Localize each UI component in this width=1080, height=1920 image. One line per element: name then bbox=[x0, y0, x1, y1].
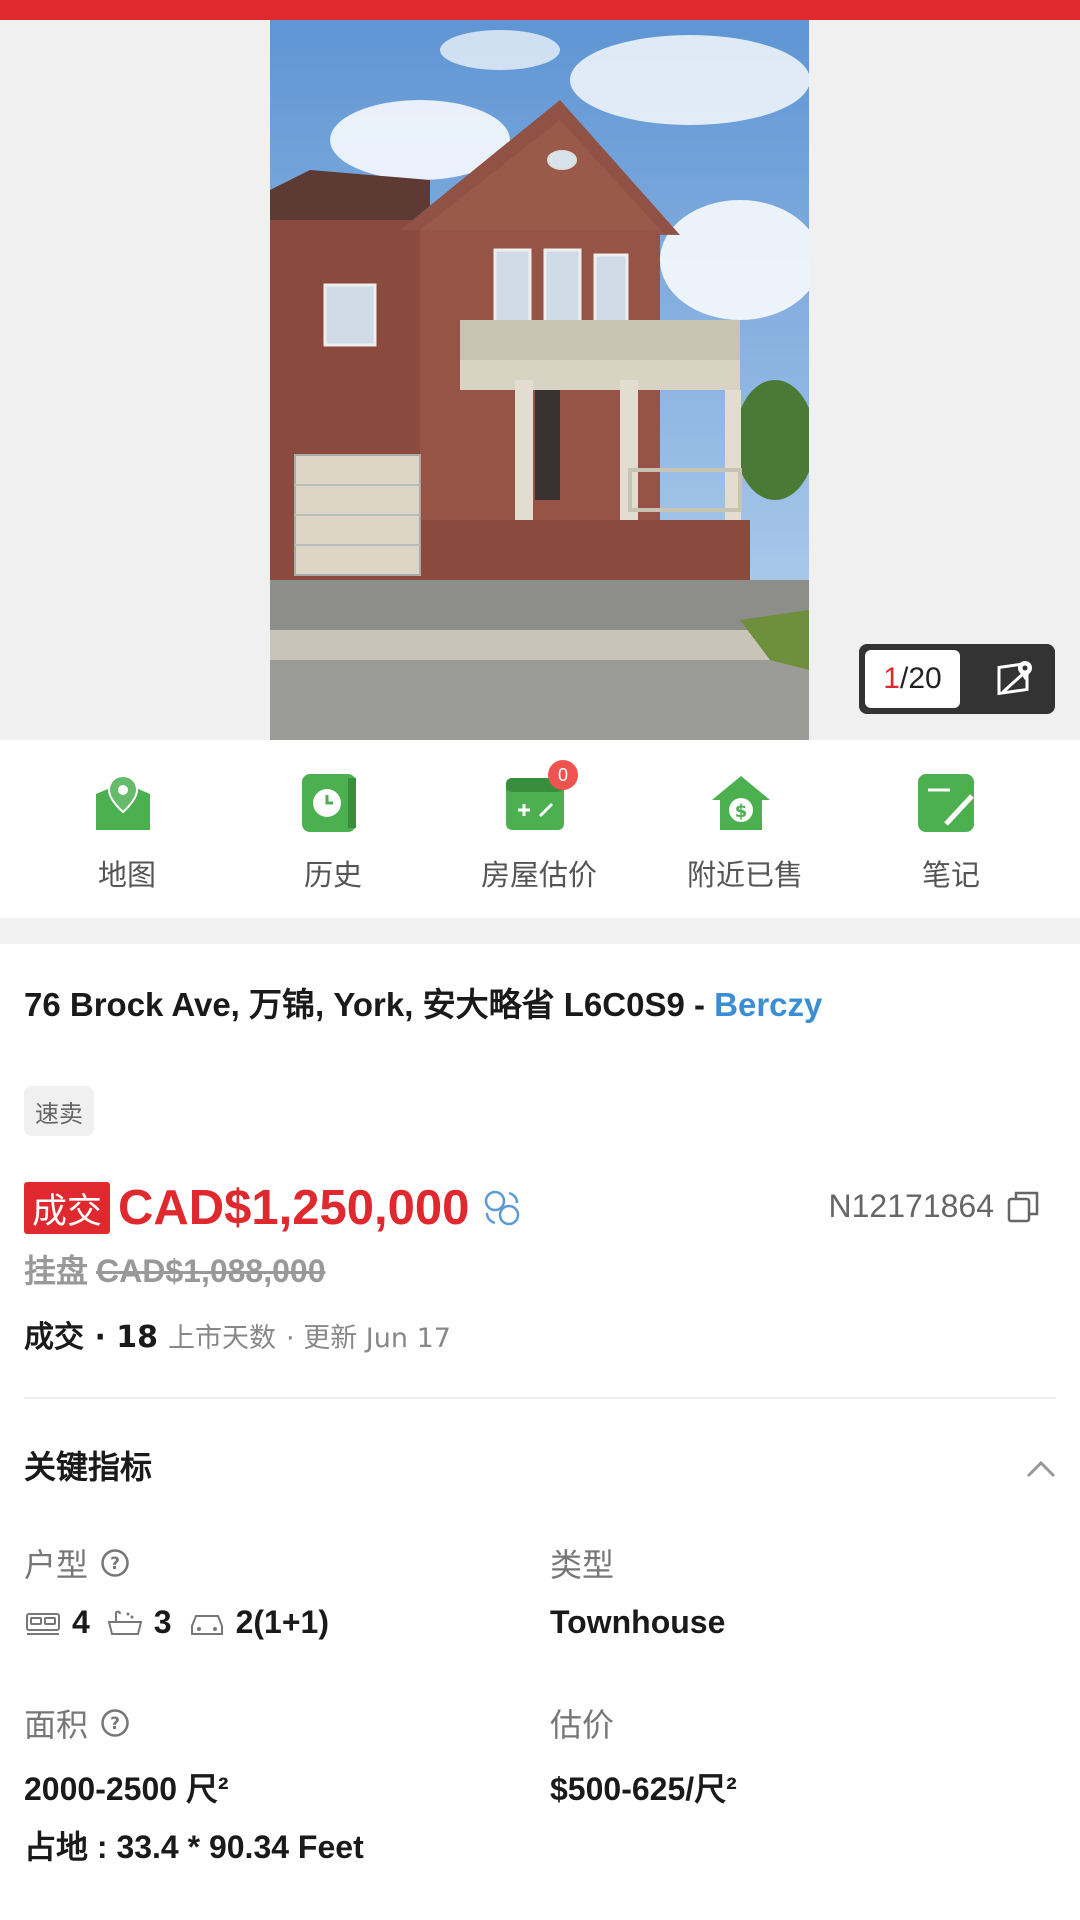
lot-size: 占地 : 33.4 * 90.34 Feet bbox=[24, 1829, 364, 1865]
map-view-icon[interactable] bbox=[995, 658, 1037, 700]
estimate-badge: 0 bbox=[548, 760, 578, 790]
bath-icon bbox=[107, 1610, 143, 1635]
list-price-row: 挂盘 CAD$1,088,000 bbox=[24, 1246, 326, 1292]
photo-index: 1/20 bbox=[865, 650, 960, 708]
status-state: 成交 · 18 bbox=[24, 1320, 159, 1355]
action-bar: 地图 历史 0 房屋估价 $ 附近已售 笔记 bbox=[0, 740, 1080, 918]
map-pin-icon bbox=[96, 774, 150, 830]
action-estimate-label: 房屋估价 bbox=[480, 858, 597, 892]
layout-label-row: 户型 ? bbox=[24, 1540, 329, 1586]
svg-text:?: ? bbox=[110, 1554, 120, 1574]
parking-count: 2(1+1) bbox=[235, 1604, 329, 1640]
divider bbox=[24, 1397, 1056, 1399]
layout-label: 户型 bbox=[24, 1546, 89, 1584]
room-counts: 4 3 2(1+1) bbox=[24, 1604, 329, 1641]
sold-price: CAD$1,250,000 bbox=[118, 1181, 470, 1235]
beds-count: 4 bbox=[72, 1604, 90, 1640]
type-value: Townhouse bbox=[550, 1604, 726, 1640]
action-nearby-sold[interactable]: $ 附近已售 bbox=[642, 740, 848, 918]
action-notes-label: 笔记 bbox=[921, 858, 980, 892]
address-text: 76 Brock Ave, 万锦, York, 安大略省 L6C0S9 - bbox=[24, 986, 715, 1023]
baths-count: 3 bbox=[153, 1604, 172, 1640]
type-label: 类型 bbox=[550, 1546, 615, 1584]
top-status-bar bbox=[0, 0, 1080, 20]
car-icon bbox=[190, 1614, 223, 1635]
area-label: 面积 bbox=[24, 1706, 89, 1744]
currency-exchange-icon[interactable] bbox=[483, 1189, 521, 1227]
copy-icon[interactable] bbox=[1006, 1190, 1040, 1224]
type-metric: 类型 Townhouse bbox=[550, 1540, 725, 1641]
house-photo[interactable] bbox=[270, 20, 809, 740]
action-map[interactable]: 地图 bbox=[24, 740, 230, 918]
days-on-market-label: 上市天数 bbox=[168, 1323, 277, 1354]
clock-icon bbox=[302, 774, 356, 832]
area-value: 2000-2500 尺² bbox=[24, 1771, 229, 1807]
list-price-label: 挂盘 bbox=[24, 1252, 89, 1290]
sold-status-badge: 成交 bbox=[24, 1182, 111, 1234]
photo-total: /20 bbox=[899, 662, 942, 695]
mls-number: N12171864 bbox=[829, 1188, 1040, 1225]
action-map-label: 地图 bbox=[97, 858, 156, 892]
chevron-up-icon[interactable] bbox=[1024, 1456, 1058, 1480]
action-notes[interactable]: 笔记 bbox=[848, 740, 1054, 918]
mls-text: N12171864 bbox=[828, 1188, 994, 1224]
photo-current: 1 bbox=[883, 662, 900, 695]
estimate-label: 估价 bbox=[550, 1706, 615, 1744]
action-nearby-sold-label: 附近已售 bbox=[686, 858, 803, 892]
listing-address: 76 Brock Ave, 万锦, York, 安大略省 L6C0S9 - Be… bbox=[24, 978, 1064, 1026]
note-pencil-icon bbox=[918, 774, 974, 832]
price-row: 成交 CAD$1,250,000 bbox=[24, 1180, 521, 1236]
house-dollar-icon: $ bbox=[712, 776, 770, 830]
list-price: CAD$1,088,000 bbox=[96, 1253, 326, 1289]
photo-gallery[interactable]: 1/20 bbox=[0, 20, 1080, 740]
estimate-metric: 估价 $500-625/尺² bbox=[550, 1700, 737, 1810]
area-label-row: 面积 ? bbox=[24, 1700, 364, 1746]
layout-metric: 户型 ? 4 3 2(1+1) bbox=[24, 1540, 329, 1641]
updated-date: · 更新 Jun 17 bbox=[286, 1323, 451, 1354]
action-estimate[interactable]: 0 房屋估价 bbox=[436, 740, 642, 918]
action-history[interactable]: 历史 bbox=[230, 740, 436, 918]
key-metrics-title: 关键指标 bbox=[24, 1448, 153, 1486]
section-separator bbox=[0, 918, 1080, 944]
photo-counter[interactable]: 1/20 bbox=[859, 644, 1055, 714]
svg-text:$: $ bbox=[735, 801, 748, 822]
estimate-value: $500-625/尺² bbox=[550, 1771, 737, 1807]
help-icon[interactable]: ? bbox=[100, 1548, 130, 1578]
status-row: 成交 · 18 上市天数 · 更新 Jun 17 bbox=[24, 1312, 451, 1356]
action-history-label: 历史 bbox=[303, 858, 362, 892]
bed-icon bbox=[26, 1612, 60, 1635]
area-metric: 面积 ? 2000-2500 尺² 占地 : 33.4 * 90.34 Feet bbox=[24, 1700, 364, 1868]
community-link[interactable]: Berczy bbox=[714, 986, 822, 1023]
help-icon[interactable]: ? bbox=[100, 1708, 130, 1738]
listing-tag: 速卖 bbox=[24, 1086, 94, 1136]
svg-text:?: ? bbox=[110, 1714, 120, 1734]
